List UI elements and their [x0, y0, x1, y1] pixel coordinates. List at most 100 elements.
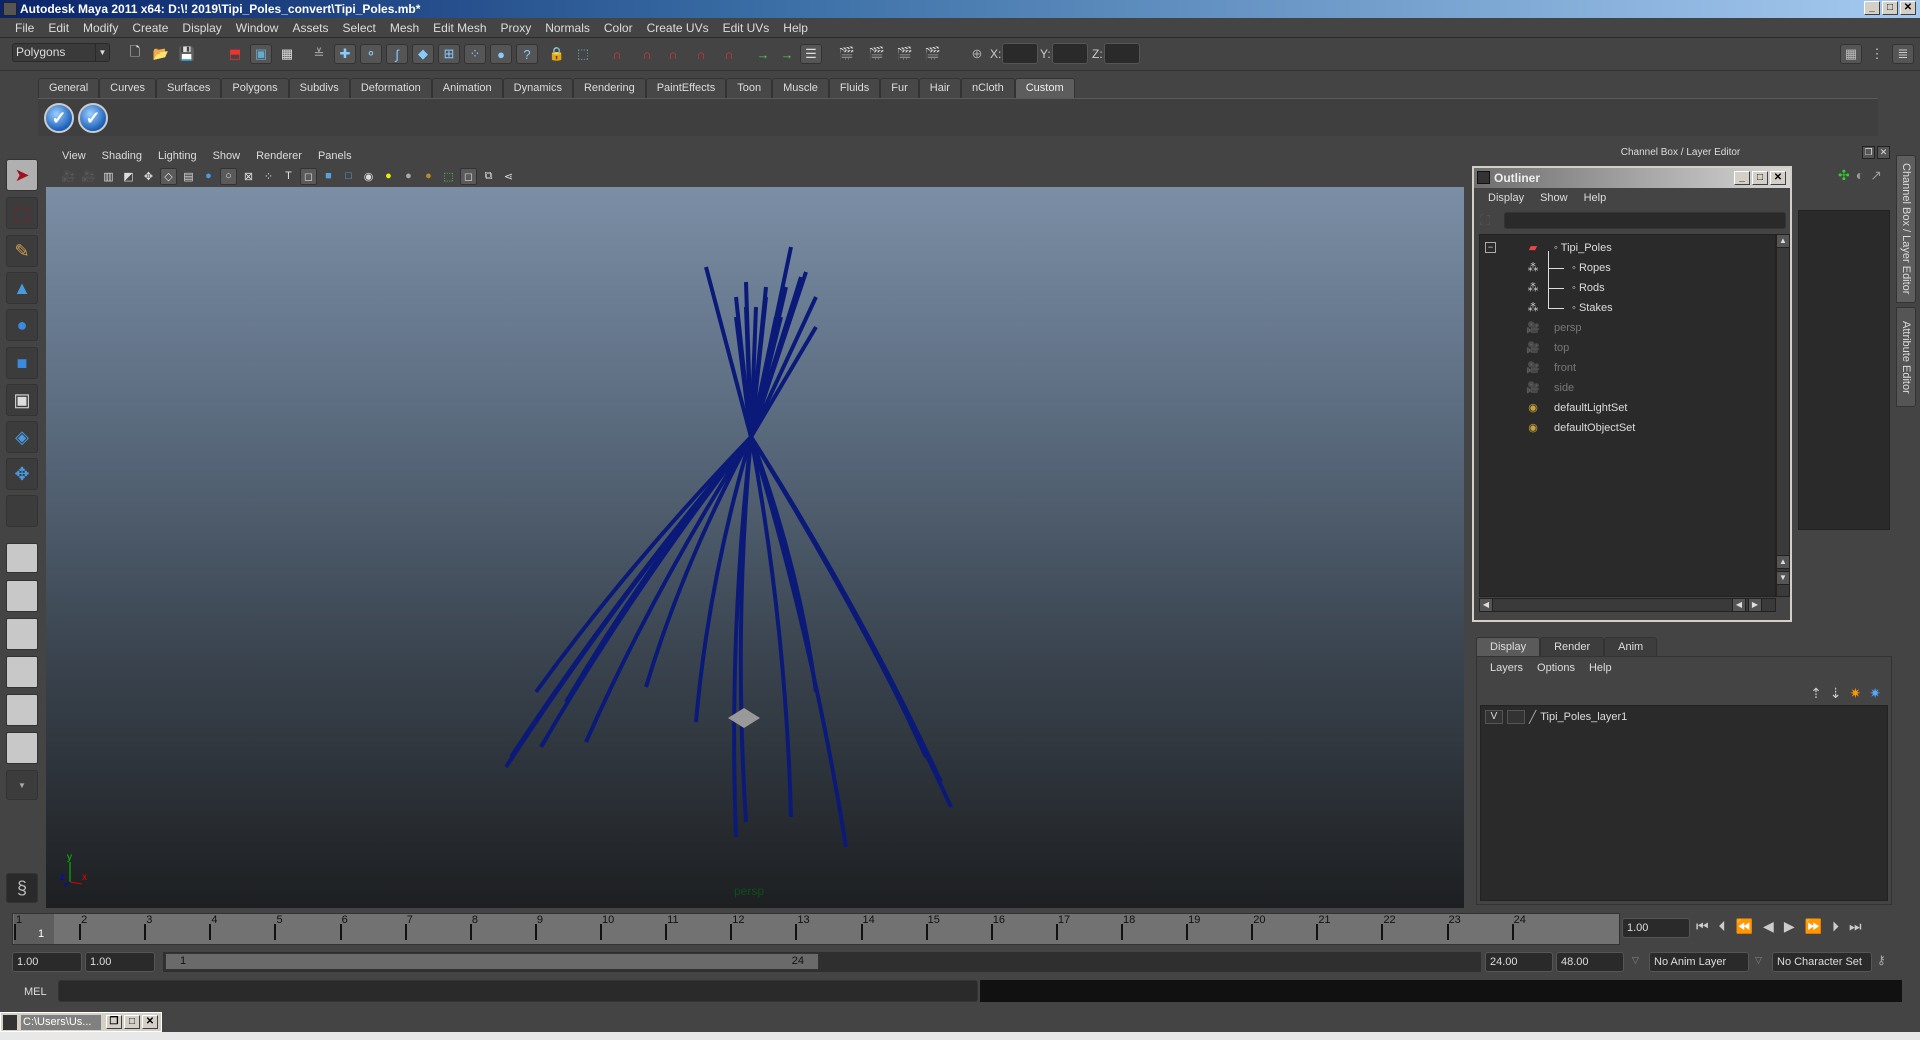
shelf-tab-toon[interactable]: Toon [726, 78, 773, 98]
3d-viewport[interactable]: y x z persp [46, 187, 1464, 908]
open-scene-icon[interactable]: 📂 [150, 44, 172, 64]
go-to-end-icon[interactable]: ⏭ [1849, 918, 1862, 935]
menu-mesh[interactable]: Mesh [383, 21, 426, 35]
shelf-tab-custom[interactable]: Custom [1014, 78, 1075, 98]
menu-create-uvs[interactable]: Create UVs [640, 21, 716, 35]
shelf-tab-ncloth[interactable]: nCloth [960, 78, 1015, 98]
scroll-right-icon[interactable]: ▶ [1748, 598, 1762, 612]
channel-hyperbolic-icon[interactable]: ↗ [1870, 167, 1882, 184]
key-icon[interactable]: ⚷ [1877, 953, 1886, 967]
film-gate-icon[interactable]: ▤ [180, 168, 197, 185]
outliner-filter-input[interactable] [1504, 212, 1786, 229]
rotate-tool-icon[interactable]: ● [6, 309, 38, 341]
ipr-render-icon[interactable]: 🎬 [894, 44, 916, 64]
xray-joints-icon[interactable]: ⧉ [480, 168, 497, 185]
scroll-left-icon[interactable]: ◀ [1732, 598, 1746, 612]
scroll-down-icon[interactable]: ▼ [1776, 571, 1790, 585]
last-tool-slot[interactable] [6, 495, 38, 527]
outliner-horizontal-scrollbar[interactable]: ◀ ◀ ▶ [1479, 598, 1776, 612]
go-to-start-icon[interactable]: ⏮ [1696, 918, 1709, 935]
render-view-icon[interactable]: 🎬 [836, 44, 858, 64]
step-back-key-icon[interactable]: ⏪ [1736, 918, 1753, 935]
outliner-menu-show[interactable]: Show [1532, 188, 1576, 208]
mel-input[interactable] [58, 980, 978, 1002]
tab-channel-box[interactable]: Channel Box / Layer Editor [1896, 155, 1916, 303]
field-chart-icon[interactable]: ⊠ [240, 168, 257, 185]
move-layer-up-icon[interactable]: ⇡ [1810, 685, 1822, 702]
menu-edit-uvs[interactable]: Edit UVs [716, 21, 777, 35]
new-empty-layer-icon[interactable]: ✷ [1850, 685, 1862, 702]
outliner-item[interactable]: − ▰ ◦ Tipi_Poles [1480, 238, 1770, 258]
construction-history-icon[interactable]: ☰ [800, 44, 822, 64]
start-time-field[interactable]: 1.00 [12, 952, 82, 972]
close-button[interactable]: ✕ [142, 1015, 158, 1029]
layer-type-toggle[interactable] [1507, 710, 1525, 724]
check-icon[interactable]: ✓ [78, 103, 108, 133]
outliner-item[interactable]: 🎥 side [1480, 378, 1770, 398]
layer-color-swatch-icon[interactable]: ╱ [1529, 710, 1536, 724]
camera-attributes-icon[interactable]: 🎥 [80, 168, 97, 185]
outliner-item[interactable]: ◉ defaultObjectSet [1480, 418, 1770, 438]
tab-attribute-editor[interactable]: Attribute Editor [1896, 307, 1916, 407]
anim-layer-chevron-icon[interactable]: ▽ [1632, 955, 1639, 966]
mel-label[interactable]: MEL [24, 986, 47, 998]
menu-edit-mesh[interactable]: Edit Mesh [426, 21, 493, 35]
shelf-tab-surfaces[interactable]: Surfaces [155, 78, 222, 98]
high-quality-icon[interactable]: ● [420, 168, 437, 185]
menu-window[interactable]: Window [229, 21, 286, 35]
tool-settings-toggle-icon[interactable]: ⋮ [1866, 44, 1888, 64]
use-all-lights-icon[interactable]: ● [380, 168, 397, 185]
close-button[interactable]: ✕ [1900, 1, 1916, 15]
select-by-hierarchy-icon[interactable]: ⬒ [224, 44, 246, 64]
viewport-menu-renderer[interactable]: Renderer [248, 145, 310, 165]
dock-float-button[interactable]: ❐ [1862, 146, 1875, 159]
select-dynamics-icon[interactable]: ⁘ [464, 44, 486, 64]
menu-modify[interactable]: Modify [76, 21, 125, 35]
grid-icon[interactable]: ◇ [160, 167, 177, 185]
2d-pan-zoom-icon[interactable]: ✥ [140, 168, 157, 185]
layer-tab-render[interactable]: Render [1540, 637, 1605, 656]
anim-layer-dropdown[interactable]: No Anim Layer [1649, 952, 1749, 972]
channel-box-toggle-icon[interactable]: ≣ [1892, 44, 1914, 64]
current-time-field[interactable]: 1.00 [1622, 918, 1690, 938]
move-tool-icon[interactable]: ▲ [6, 272, 38, 304]
hypershade-persp-layout-icon[interactable] [6, 694, 38, 726]
restore-button[interactable]: ❐ [106, 1015, 122, 1029]
scroll-left-icon[interactable]: ◀ [1479, 598, 1493, 612]
universal-manipulator-icon[interactable]: ▣ [6, 384, 38, 416]
outliner-minimize-button[interactable]: _ [1734, 171, 1750, 185]
shelf-tab-hair[interactable]: Hair [918, 78, 961, 98]
viewport-menu-panels[interactable]: Panels [310, 145, 360, 165]
menu-select[interactable]: Select [335, 21, 382, 35]
outliner-item[interactable]: 🎥 persp [1480, 318, 1770, 338]
wireframe-on-shaded-icon[interactable]: □ [340, 168, 357, 185]
select-surfaces-icon[interactable]: ◆ [412, 44, 434, 64]
collapse-icon[interactable]: − [1485, 242, 1496, 253]
snap-point-icon[interactable]: ∩ [662, 44, 684, 64]
outliner-title-bar[interactable]: Outliner _ □ ✕ [1474, 168, 1790, 188]
play-forwards-icon[interactable]: ▶ [1784, 918, 1795, 935]
dock-close-button[interactable]: ✕ [1877, 146, 1890, 159]
step-forward-key-icon[interactable]: ⏩ [1805, 918, 1822, 935]
mask-icon[interactable]: ≚ [308, 44, 330, 64]
safe-action-icon[interactable]: ⁘ [260, 168, 277, 185]
layer-menu-help[interactable]: Help [1582, 657, 1619, 679]
shelf-tab-animation[interactable]: Animation [431, 78, 503, 98]
shelf-tab-rendering[interactable]: Rendering [572, 78, 646, 98]
outliner-persp-layout-icon[interactable] [6, 618, 38, 650]
outliner-menu-display[interactable]: Display [1480, 188, 1532, 208]
maximize-button[interactable]: □ [124, 1015, 140, 1029]
layer-menu-options[interactable]: Options [1530, 657, 1582, 679]
time-slider[interactable]: 1 1 2 3 4 5 6 7 8 9 10 11 12 13 14 15 16 17 18 19 20 21 22 23 2… [12, 913, 1620, 945]
minimize-button[interactable]: _ [1864, 1, 1880, 15]
outliner-menu-help[interactable]: Help [1576, 188, 1615, 208]
snap-view-plane-icon[interactable]: ∩ [690, 44, 712, 64]
channel-box-manipulator-icon[interactable]: ✣ [1838, 167, 1850, 184]
viewport-menu-view[interactable]: View [54, 145, 94, 165]
render-frame-icon[interactable]: 🎬 [866, 44, 888, 64]
gate-mask-icon[interactable]: ○ [220, 167, 237, 185]
anim-end-field[interactable]: 48.00 [1556, 952, 1624, 972]
menu-edit[interactable]: Edit [41, 21, 76, 35]
shelf-tab-dynamics[interactable]: Dynamics [502, 78, 573, 98]
safe-title-icon[interactable]: T [280, 168, 297, 185]
